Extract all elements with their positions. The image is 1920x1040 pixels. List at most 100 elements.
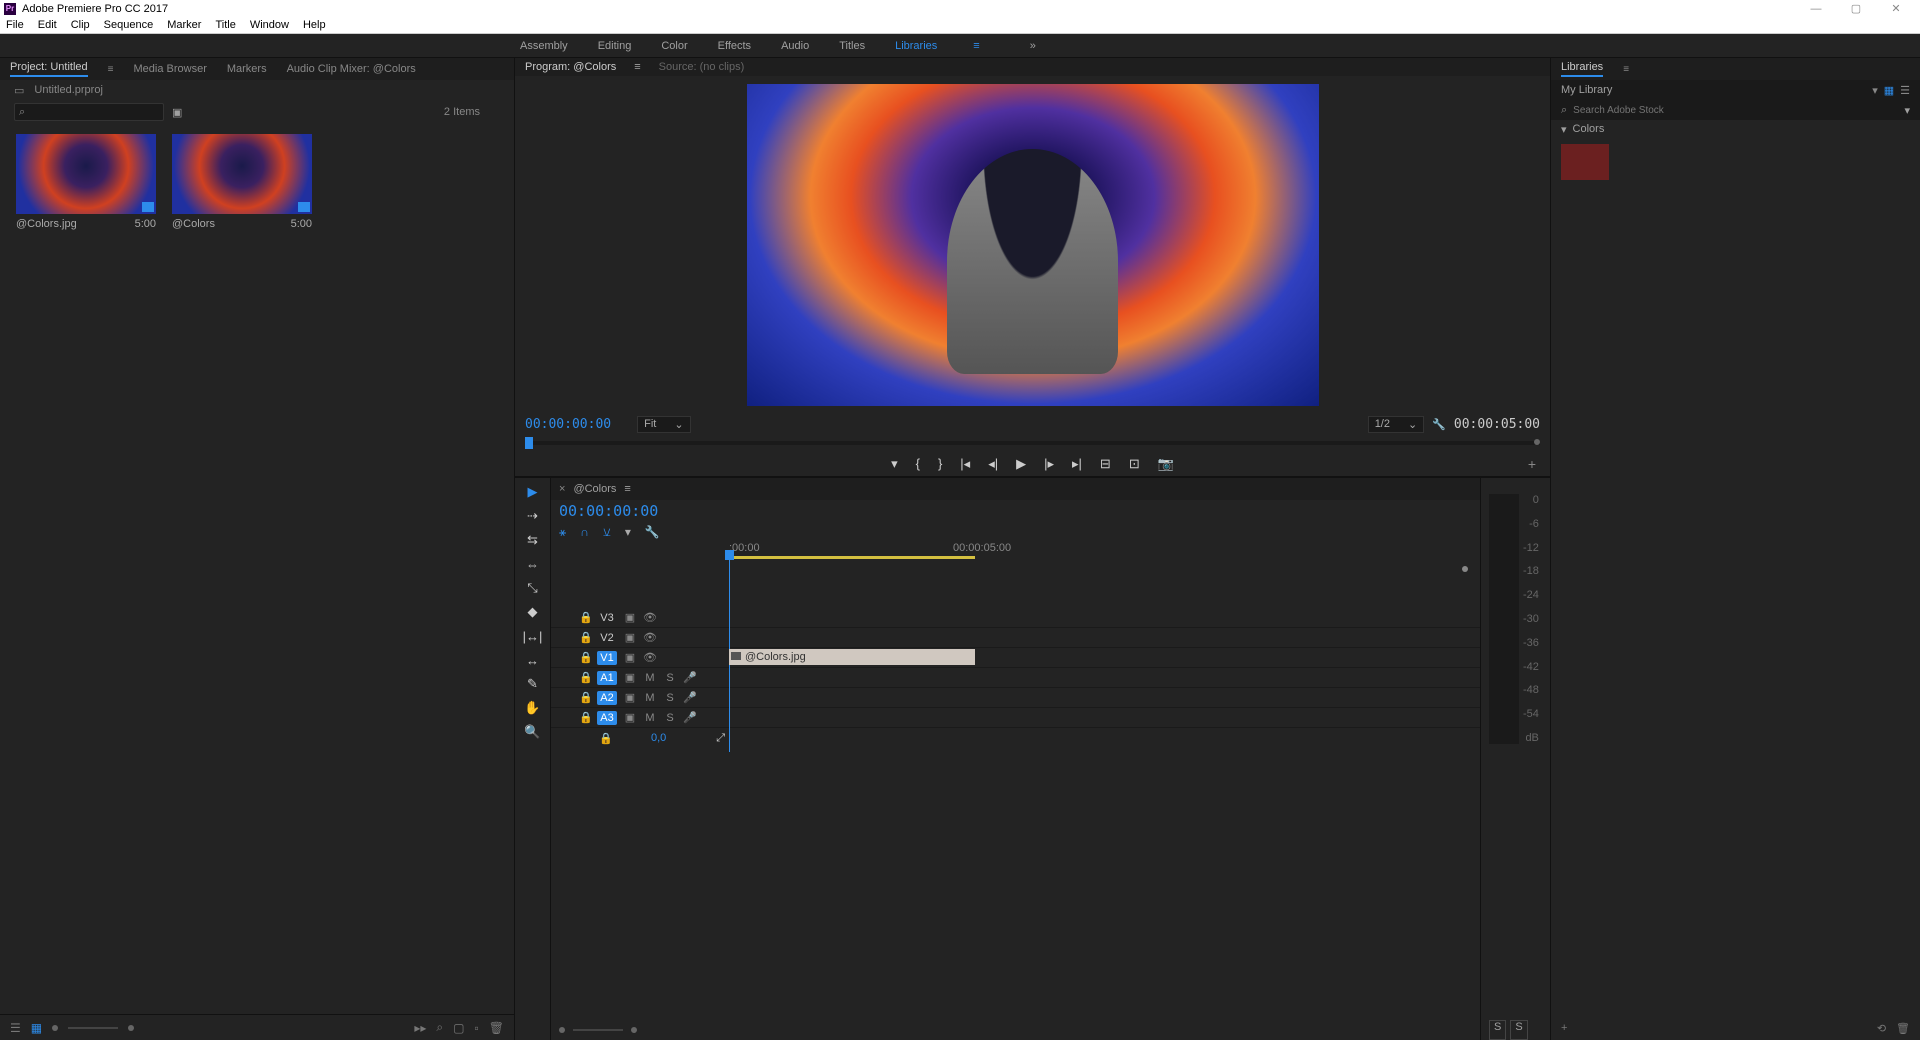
marker-icon[interactable]: ▾ xyxy=(891,456,898,472)
tab-media-browser[interactable]: Media Browser xyxy=(134,63,207,75)
source-patch-icon[interactable]: ▣ xyxy=(623,651,637,664)
track-content[interactable] xyxy=(729,668,1480,687)
library-name[interactable]: My Library xyxy=(1561,84,1612,96)
step-back-icon[interactable]: ◂| xyxy=(988,456,998,472)
track-label[interactable]: V1 xyxy=(597,651,617,665)
settings-icon[interactable]: 🔧 xyxy=(1432,418,1446,431)
lock-icon[interactable]: 🔒 xyxy=(579,711,591,724)
resolution-dropdown[interactable]: 1/2⌄ xyxy=(1368,416,1425,433)
lock-icon[interactable]: 🔒 xyxy=(599,732,611,745)
export-frame-icon[interactable]: 📷 xyxy=(1158,456,1174,472)
scrub-bar[interactable] xyxy=(515,434,1550,451)
track-content[interactable] xyxy=(729,608,1480,627)
tab-markers[interactable]: Markers xyxy=(227,63,267,75)
delete-icon[interactable]: 🗑 xyxy=(1896,1022,1910,1035)
toggle-output-icon[interactable]: 👁 xyxy=(643,611,657,624)
track-label[interactable]: A1 xyxy=(597,671,617,685)
step-forward-icon[interactable]: |▸ xyxy=(1044,456,1054,472)
mark-in-icon[interactable]: { xyxy=(916,456,920,471)
mute-icon[interactable]: M xyxy=(643,712,657,724)
timeline-ruler[interactable]: :00:00 00:00:05:00 xyxy=(729,542,1460,568)
tab-audio-mixer[interactable]: Audio Clip Mixer: @Colors xyxy=(287,63,416,75)
list-view-icon[interactable]: ☰ xyxy=(1900,84,1910,97)
project-item[interactable]: @Colors.jpg5:00 xyxy=(16,134,156,230)
lock-icon[interactable]: 🔒 xyxy=(579,611,591,624)
solo-left[interactable]: S xyxy=(1489,1020,1506,1040)
work-area-bar[interactable] xyxy=(729,556,975,559)
track-label[interactable]: A2 xyxy=(597,691,617,705)
solo-right[interactable]: S xyxy=(1510,1020,1527,1040)
snap-icon[interactable]: ∩ xyxy=(580,525,589,539)
go-to-out-icon[interactable]: ▸| xyxy=(1072,456,1082,472)
mute-icon[interactable]: M xyxy=(643,672,657,684)
panel-menu-icon[interactable]: ≡ xyxy=(634,61,640,73)
menu-file[interactable]: File xyxy=(6,19,24,31)
program-monitor[interactable] xyxy=(747,84,1319,406)
timeline-settings-icon[interactable]: 🔧 xyxy=(645,525,660,539)
pen-tool-icon[interactable]: ✎ xyxy=(523,676,543,692)
zoom-slider[interactable] xyxy=(68,1027,118,1029)
workspace-libraries[interactable]: Libraries xyxy=(895,40,937,52)
expand-icon[interactable]: ⤢ xyxy=(716,732,725,745)
menu-clip[interactable]: Clip xyxy=(71,19,90,31)
extract-icon[interactable]: ⊡ xyxy=(1129,456,1140,472)
add-marker-icon[interactable]: ▾ xyxy=(625,525,631,539)
track-select-forward-icon[interactable]: ⇢ xyxy=(523,508,543,524)
library-dropdown-icon[interactable]: ▾ xyxy=(1872,84,1878,97)
solo-icon[interactable]: S xyxy=(663,712,677,724)
solo-icon[interactable]: S xyxy=(663,672,677,684)
slide-tool-icon[interactable]: ↔ xyxy=(523,652,543,668)
hand-tool-icon[interactable]: ✋ xyxy=(523,700,543,716)
panel-menu-icon[interactable]: ≡ xyxy=(624,483,630,495)
minimize-button[interactable]: — xyxy=(1796,3,1836,15)
filter-bin-icon[interactable]: ▣ xyxy=(172,106,182,119)
zoom-slider-handle[interactable] xyxy=(128,1025,134,1031)
source-patch-icon[interactable]: ▣ xyxy=(623,671,637,684)
ripple-edit-icon[interactable]: ⇆ xyxy=(523,532,543,548)
track-label[interactable]: V2 xyxy=(597,632,617,644)
lock-icon[interactable]: 🔒 xyxy=(579,631,591,644)
stock-search-input[interactable] xyxy=(1573,105,1898,116)
color-swatch[interactable] xyxy=(1561,144,1609,180)
lock-icon[interactable]: 🔒 xyxy=(579,691,591,704)
tab-source[interactable]: Source: (no clips) xyxy=(659,61,745,73)
source-patch-icon[interactable]: ▣ xyxy=(623,631,637,644)
search-input[interactable]: ⌕ xyxy=(14,103,164,121)
button-editor-icon[interactable]: + xyxy=(1528,456,1536,472)
automate-icon[interactable]: ▸▸ xyxy=(414,1021,426,1035)
sequence-name[interactable]: @Colors xyxy=(573,483,616,495)
workspace-titles[interactable]: Titles xyxy=(839,40,865,52)
workspace-overflow-icon[interactable]: » xyxy=(1030,40,1036,52)
playhead-icon[interactable] xyxy=(525,437,533,449)
close-button[interactable]: ✕ xyxy=(1876,2,1916,15)
find-icon[interactable]: ⌕ xyxy=(436,1020,443,1035)
track-label[interactable]: V3 xyxy=(597,612,617,624)
rolling-edit-icon[interactable]: ⇔ xyxy=(523,556,543,572)
timecode-in[interactable]: 00:00:00:00 xyxy=(525,417,611,432)
menu-sequence[interactable]: Sequence xyxy=(104,19,154,31)
menu-title[interactable]: Title xyxy=(215,19,235,31)
maximize-button[interactable]: ▢ xyxy=(1836,2,1876,15)
play-icon[interactable]: ▶ xyxy=(1016,456,1026,472)
menu-window[interactable]: Window xyxy=(250,19,289,31)
workspace-editing[interactable]: Editing xyxy=(598,40,632,52)
timeline-timecode[interactable]: 00:00:00:00 xyxy=(559,502,658,520)
lock-icon[interactable]: 🔒 xyxy=(579,671,591,684)
library-section-header[interactable]: ▾ Colors xyxy=(1551,120,1920,138)
source-patch-icon[interactable]: ▣ xyxy=(623,691,637,704)
workspace-menu-icon[interactable]: ≡ xyxy=(973,40,979,52)
icon-view-icon[interactable]: ▦ xyxy=(31,1021,42,1035)
razor-tool-icon[interactable]: ◆ xyxy=(523,604,543,620)
menu-edit[interactable]: Edit xyxy=(38,19,57,31)
workspace-effects[interactable]: Effects xyxy=(718,40,751,52)
voice-over-icon[interactable]: 🎤 xyxy=(683,691,697,704)
track-content[interactable]: @Colors.jpg xyxy=(729,648,1480,667)
list-view-icon[interactable]: ☰ xyxy=(10,1021,21,1035)
voice-over-icon[interactable]: 🎤 xyxy=(683,671,697,684)
grid-view-icon[interactable]: ▦ xyxy=(1884,84,1894,97)
solo-icon[interactable]: S xyxy=(663,692,677,704)
delete-icon[interactable]: 🗑 xyxy=(489,1021,504,1035)
slip-tool-icon[interactable]: |↔| xyxy=(523,628,543,644)
project-item[interactable]: @Colors5:00 xyxy=(172,134,312,230)
go-to-in-icon[interactable]: |◂ xyxy=(960,456,970,472)
